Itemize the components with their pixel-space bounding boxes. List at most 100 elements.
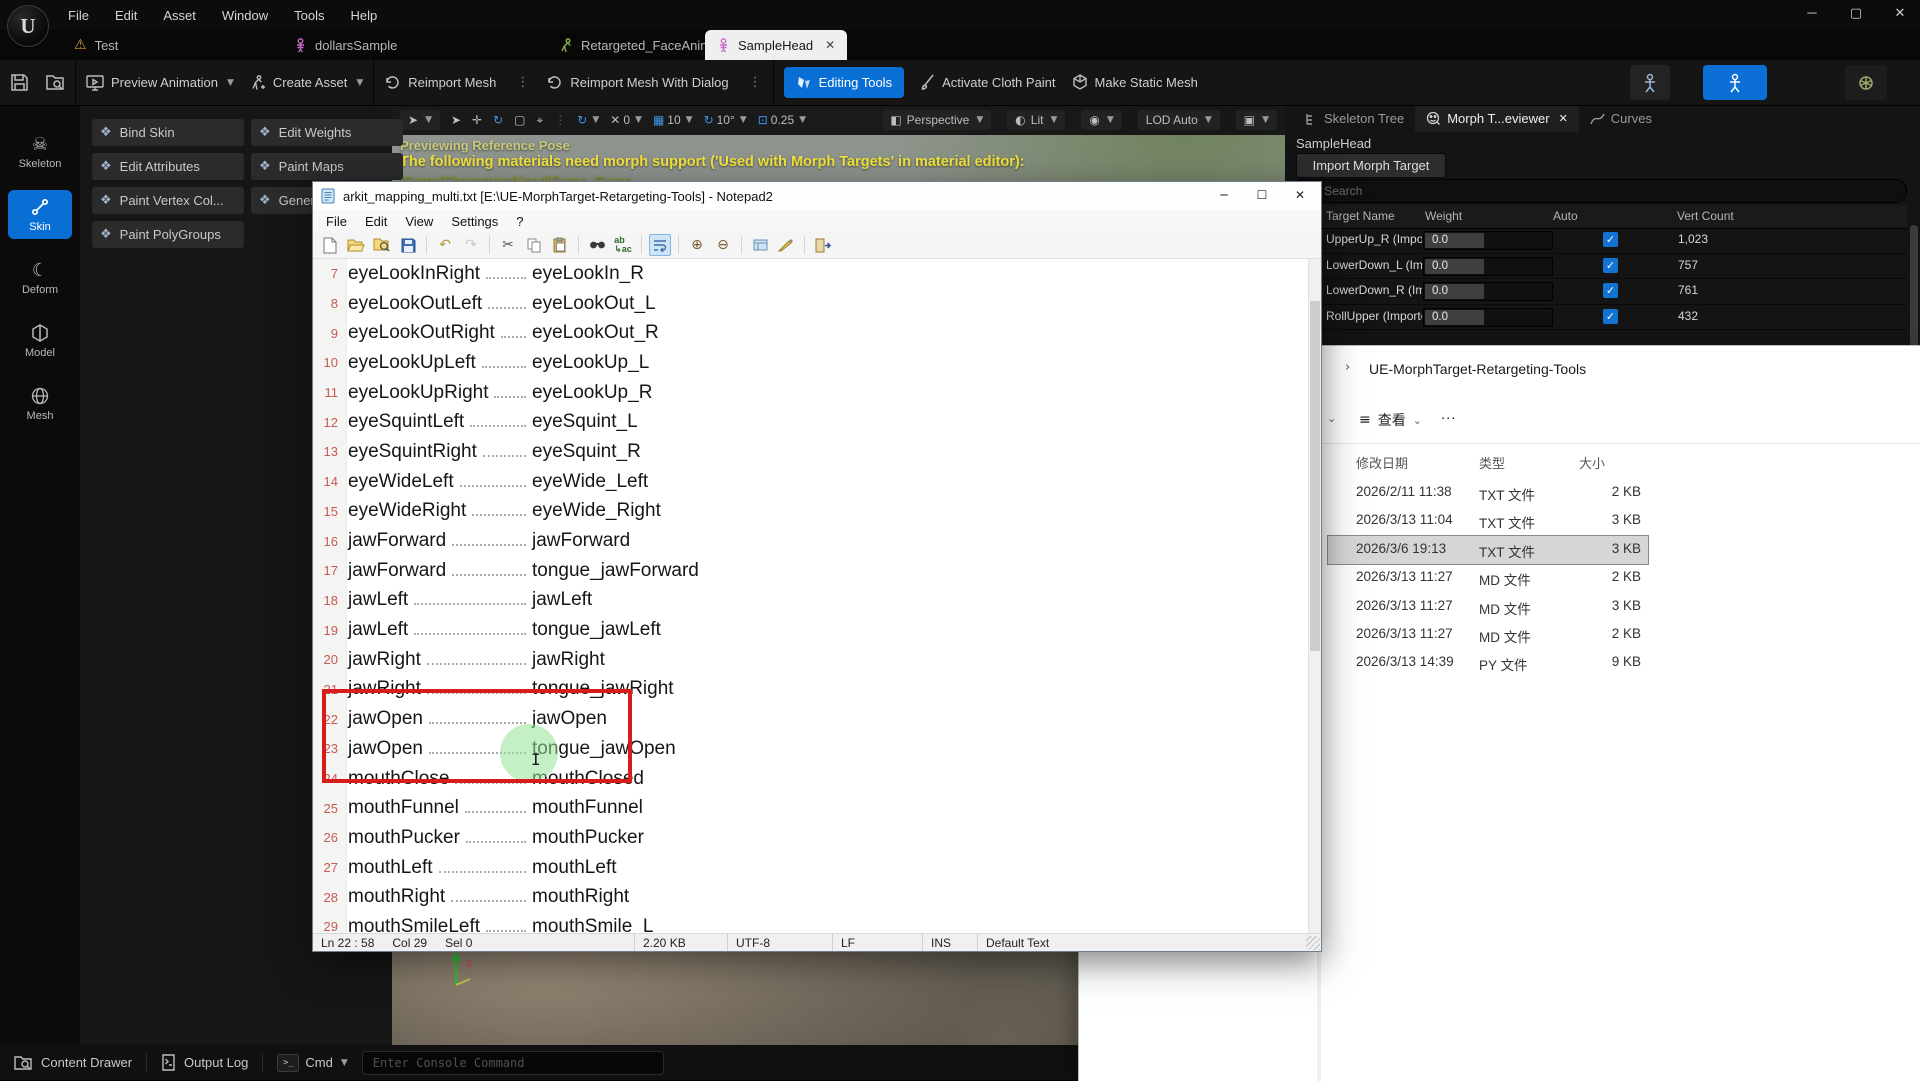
auto-checkbox[interactable]: ✓: [1603, 258, 1618, 273]
morph-column-header[interactable]: Auto: [1553, 209, 1578, 223]
notepad-menu-item[interactable]: Settings: [442, 214, 507, 229]
text-line[interactable]: 14 eyeWideLeft eyeWide_Left: [313, 467, 1309, 497]
morph-table-row[interactable]: RollUpper (Imported 0.0 ✓ 432: [1285, 305, 1907, 331]
asset-tab[interactable]: dollarsSample: [282, 30, 409, 60]
perspective-dropdown[interactable]: ◧Perspective▼: [882, 110, 991, 130]
chevron-down-icon[interactable]: ⌄: [1327, 412, 1336, 425]
notepad-menu-item[interactable]: ?: [507, 214, 532, 229]
text-line[interactable]: 17 jawForward tongue_jawForward: [313, 556, 1309, 586]
notepad-menu-item[interactable]: View: [396, 214, 442, 229]
scrollbar-thumb[interactable]: [1310, 301, 1320, 651]
file-column-header[interactable]: 类型: [1479, 453, 1505, 472]
notepad-menu-item[interactable]: Edit: [356, 214, 396, 229]
snap-rotate-icon[interactable]: ↻▼: [577, 113, 599, 127]
redo-icon[interactable]: ↷: [460, 234, 482, 256]
morph-column-header[interactable]: Weight: [1425, 209, 1462, 223]
import-morph-target-button[interactable]: Import Morph Target: [1296, 153, 1446, 178]
actor-snap-control[interactable]: ✕0▼: [610, 113, 642, 127]
find-icon[interactable]: [586, 234, 608, 256]
morph-table-row[interactable]: LowerDown_L (Imp 0.0 ✓ 757: [1285, 254, 1907, 280]
morph-column-header[interactable]: Vert Count: [1677, 209, 1734, 223]
browse-asset-icon[interactable]: [45, 73, 65, 92]
text-line[interactable]: 29 mouthSmileLeft mouthSmile_L: [313, 912, 1309, 934]
undo-icon[interactable]: ↶: [434, 234, 456, 256]
world-local-toggle-icon[interactable]: ⌖: [537, 113, 544, 128]
scale-snap-control[interactable]: ⊡0.25▼: [758, 113, 806, 127]
tool-button[interactable]: ❖ Paint Vertex Col...: [92, 187, 244, 214]
text-line[interactable]: 20 jawRight jawRight: [313, 645, 1309, 675]
physics-toolbar-button[interactable]: [1845, 65, 1887, 100]
menu-item[interactable]: Window: [209, 0, 281, 30]
morph-table-row[interactable]: UpperUp_R (Importe 0.0 ✓ 1,023: [1285, 228, 1907, 254]
text-line[interactable]: 19 jawLeft tongue_jawLeft: [313, 615, 1309, 645]
create-asset-button[interactable]: Create Asset▼: [250, 75, 363, 91]
open-file-icon[interactable]: [345, 234, 367, 256]
maximize-icon[interactable]: ☐: [1243, 182, 1281, 208]
notepad-menu-item[interactable]: File: [317, 214, 356, 229]
reimport-options-icon[interactable]: ⋮: [516, 75, 530, 90]
menu-item[interactable]: Tools: [281, 0, 337, 30]
save-icon[interactable]: [10, 73, 29, 92]
auto-checkbox[interactable]: ✓: [1603, 232, 1618, 247]
text-line[interactable]: 25 mouthFunnel mouthFunnel: [313, 793, 1309, 823]
tool-button[interactable]: ❖ Edit Weights: [251, 119, 403, 146]
auto-checkbox[interactable]: ✓: [1603, 309, 1618, 324]
reimport-mesh-button[interactable]: Reimport Mesh: [384, 74, 496, 91]
tool-button[interactable]: ❖ Paint PolyGroups: [92, 221, 244, 248]
cut-icon[interactable]: ✂: [497, 234, 519, 256]
lit-dropdown[interactable]: ◐Lit▼: [1007, 110, 1065, 130]
rotation-snap-control[interactable]: ↻10°▼: [704, 113, 747, 127]
grid-snap-control[interactable]: ▦10▼: [653, 113, 693, 127]
activate-cloth-paint-button[interactable]: Activate Cloth Paint: [920, 74, 1055, 91]
file-row[interactable]: 2026/3/6 19:13 TXT 文件 3 KB: [1328, 536, 1648, 564]
auto-checkbox[interactable]: ✓: [1603, 283, 1618, 298]
maximize-icon[interactable]: ▢: [1844, 0, 1868, 26]
text-line[interactable]: 8 eyeLookOutLeft eyeLookOut_L: [313, 289, 1309, 319]
lod-dropdown[interactable]: LOD Auto▼: [1138, 110, 1220, 130]
weight-slider[interactable]: 0.0: [1423, 308, 1553, 327]
text-line[interactable]: 11 eyeLookUpRight eyeLookUp_R: [313, 378, 1309, 408]
zoom-in-icon[interactable]: ⊕: [686, 234, 708, 256]
breadcrumb-folder[interactable]: UE-MorphTarget-Retargeting-Tools: [1369, 361, 1586, 377]
notepad-scrollbar[interactable]: [1308, 259, 1321, 934]
text-line[interactable]: 10 eyeLookUpLeft eyeLookUp_L: [313, 348, 1309, 378]
asset-tab[interactable]: ⚠ Test: [62, 30, 130, 60]
morph-table-row[interactable]: LowerDown_R (Imp 0.0 ✓ 761: [1285, 279, 1907, 305]
screenshot-dropdown[interactable]: ▣▼: [1236, 110, 1277, 130]
minimize-icon[interactable]: ─: [1800, 0, 1824, 26]
text-line[interactable]: 9 eyeLookOutRight eyeLookOut_R: [313, 318, 1309, 348]
text-line[interactable]: 27 mouthLeft mouthLeft: [313, 853, 1309, 883]
retarget-toolbar-button[interactable]: [1703, 65, 1767, 100]
more-button[interactable]: ...: [1441, 406, 1457, 423]
preview-animation-button[interactable]: Preview Animation▼: [86, 75, 234, 91]
scale-tool-icon[interactable]: ▢: [514, 113, 525, 127]
morph-search-input[interactable]: 🔎︎ Search: [1292, 179, 1907, 203]
menu-item[interactable]: Edit: [102, 0, 150, 30]
show-flags-dropdown[interactable]: ◉▼: [1081, 110, 1121, 130]
character-toolbar-button[interactable]: [1630, 65, 1670, 100]
cmd-dropdown[interactable]: >_ Cmd ▼: [263, 1045, 361, 1080]
notepad-titlebar[interactable]: arkit_mapping_multi.txt [E:\UE-MorphTarg…: [313, 182, 1321, 210]
new-file-icon[interactable]: [319, 234, 341, 256]
scheme-icon[interactable]: [749, 234, 771, 256]
browse-file-icon[interactable]: [371, 234, 393, 256]
paste-icon[interactable]: [549, 234, 571, 256]
text-line[interactable]: 13 eyeSquintRight eyeSquint_R: [313, 437, 1309, 467]
text-line[interactable]: 7 eyeLookInRight eyeLookIn_R: [313, 259, 1309, 289]
weight-slider[interactable]: 0.0: [1423, 231, 1553, 250]
text-line[interactable]: 12 eyeSquintLeft eyeSquint_L: [313, 407, 1309, 437]
right-panel-tab[interactable]: Morph T...eviewer ✕: [1415, 105, 1579, 132]
output-log-button[interactable]: Output Log: [147, 1045, 262, 1080]
reimport-mesh-dialog-button[interactable]: Reimport Mesh With Dialog: [546, 74, 728, 91]
resize-grip[interactable]: [1306, 936, 1320, 950]
menu-item[interactable]: Help: [337, 0, 390, 30]
text-line[interactable]: 15 eyeWideRight eyeWide_Right: [313, 497, 1309, 527]
customize-scheme-icon[interactable]: [775, 234, 797, 256]
make-static-mesh-button[interactable]: Make Static Mesh: [1072, 74, 1198, 91]
content-drawer-button[interactable]: Content Drawer: [0, 1045, 146, 1080]
sidebar-mode-item[interactable]: Skin: [8, 190, 72, 239]
text-line[interactable]: 26 mouthPucker mouthPucker: [313, 823, 1309, 853]
console-command-input[interactable]: Enter Console Command: [362, 1051, 664, 1075]
tool-button[interactable]: ❖ Paint Maps: [251, 153, 403, 180]
reimport-dialog-options-icon[interactable]: ⋮: [749, 75, 763, 90]
